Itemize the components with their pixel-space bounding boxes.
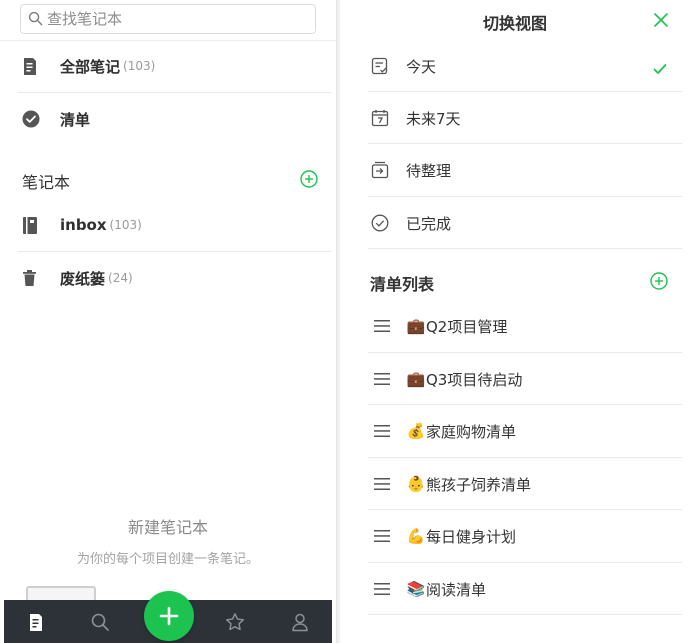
view-label: 待整理 — [406, 161, 452, 180]
checklist-icon — [22, 110, 50, 128]
selected-check-icon — [653, 60, 667, 79]
checklist-label: Q2项目管理 — [426, 317, 508, 336]
empty-state-title: 新建笔记本 — [127, 518, 208, 537]
notebook-label: inbox — [60, 216, 107, 234]
close-icon — [654, 13, 668, 27]
checklist-label: 每日健身计划 — [426, 527, 517, 546]
notebook-inbox[interactable]: inbox (103) — [18, 199, 332, 251]
drag-handle-icon[interactable] — [368, 373, 396, 385]
note-icon — [22, 57, 50, 76]
nav-checklist[interactable]: 清单 — [18, 93, 332, 145]
add-circle-icon — [300, 170, 318, 188]
user-icon — [292, 613, 308, 632]
checklist-label: 熊孩子饲养清单 — [426, 475, 532, 494]
flexed-biceps-icon: 💪 — [406, 527, 426, 545]
drag-handle-icon[interactable] — [368, 425, 396, 437]
notebook-count: (24) — [108, 271, 133, 285]
profile-tab[interactable] — [288, 610, 312, 634]
calendar-7-icon — [368, 109, 392, 127]
nav-all-notes[interactable]: 全部笔记 (103) — [18, 40, 332, 92]
checklist-label: 家庭购物清单 — [426, 422, 517, 441]
section-title: 清单列表 — [370, 275, 435, 294]
nav-label: 清单 — [60, 110, 91, 129]
empty-state-description: 为你的每个项目创建一条笔记。 — [76, 552, 259, 567]
add-notebook-button[interactable] — [300, 170, 318, 192]
checklist-label: 阅读清单 — [426, 580, 487, 599]
view-switcher-panel: 切换视图 今天 未来7天 待整理 已完成 清单列表 💼 Q2项目管理 💼 Q3项… — [340, 0, 690, 643]
drag-handle-icon[interactable] — [368, 530, 396, 542]
drag-handle-icon[interactable] — [368, 583, 396, 595]
checklist-item[interactable]: 💪 每日健身计划 — [368, 510, 682, 562]
notebook-trash[interactable]: 废纸篓 (24) — [18, 252, 332, 304]
new-note-button[interactable] — [144, 591, 194, 641]
checklist-item[interactable]: 👶 熊孩子饲养清单 — [368, 458, 682, 510]
baby-icon: 👶 — [406, 475, 426, 493]
add-circle-icon — [650, 272, 668, 290]
briefcase-icon: 💼 — [406, 370, 426, 388]
checklist-label: Q3项目待启动 — [426, 370, 523, 389]
notebook-sidebar: 全部笔记 (103) 清单 笔记本 inbox (103) 废纸篓 (24) 新… — [0, 0, 336, 643]
view-completed[interactable]: 已完成 — [368, 197, 682, 249]
search-input[interactable] — [47, 8, 309, 30]
close-button[interactable] — [652, 11, 670, 29]
search-icon — [28, 11, 43, 30]
money-bag-icon: 💰 — [406, 422, 426, 440]
view-today[interactable]: 今天 — [368, 40, 682, 92]
view-next-7-days[interactable]: 未来7天 — [368, 92, 682, 144]
trash-icon — [22, 269, 50, 287]
panel-title: 切换视图 — [482, 14, 547, 33]
view-to-organize[interactable]: 待整理 — [368, 144, 682, 196]
view-label: 已完成 — [406, 214, 452, 233]
drag-handle-icon[interactable] — [368, 478, 396, 490]
view-label: 今天 — [406, 57, 437, 76]
search-box[interactable] — [20, 4, 316, 34]
drag-handle-icon[interactable] — [368, 320, 396, 332]
checklist-item[interactable]: 📚 阅读清单 — [368, 563, 682, 615]
search-tab[interactable] — [88, 610, 112, 634]
today-icon — [368, 57, 392, 75]
note-icon — [30, 613, 42, 631]
briefcase-icon: 💼 — [406, 317, 426, 335]
star-icon — [226, 613, 244, 631]
checklist-item[interactable]: 💰 家庭购物清单 — [368, 405, 682, 457]
notebook-count: (103) — [109, 218, 142, 232]
divider — [368, 614, 682, 615]
favorites-tab[interactable] — [223, 610, 247, 634]
done-circle-icon — [368, 214, 392, 232]
inbox-tray-icon — [368, 161, 392, 179]
books-icon: 📚 — [406, 580, 426, 598]
add-checklist-button[interactable] — [650, 272, 668, 294]
nav-label: 全部笔记 — [60, 57, 121, 76]
checklist-item[interactable]: 💼 Q3项目待启动 — [368, 353, 682, 405]
note-count: (103) — [123, 59, 156, 73]
checklists-header: 清单列表 — [370, 270, 668, 296]
notebook-label: 废纸篓 — [60, 269, 106, 288]
notes-tab[interactable] — [24, 610, 48, 634]
notebook-icon — [22, 216, 50, 235]
checklist-item[interactable]: 💼 Q2项目管理 — [368, 300, 682, 352]
notebooks-header: 笔记本 — [22, 168, 318, 194]
search-icon — [91, 613, 109, 631]
view-label: 未来7天 — [406, 109, 461, 128]
section-title: 笔记本 — [22, 173, 71, 192]
plus-icon — [159, 606, 179, 626]
divider — [368, 248, 682, 249]
